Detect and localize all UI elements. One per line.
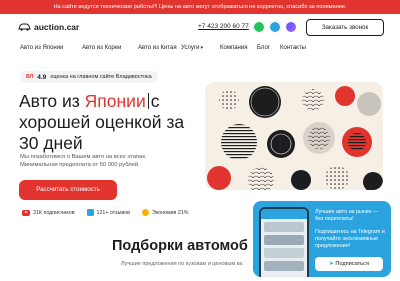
hero-title: Авто из Японии с хорошей оценкой за 30 дн…: [19, 91, 199, 154]
rating-score: 4.9: [37, 73, 47, 81]
hero-subtitle: Мы позаботимся о Вашем авто на всех этап…: [20, 154, 147, 168]
telegram-popup-text1: Лучшие авто на рынке — без переплаты!: [315, 209, 379, 222]
coin-icon: [141, 209, 149, 216]
rating-badge: ВЛ 4.9 оценка на главном сайте Владивост…: [20, 71, 158, 83]
order-call-button[interactable]: Заказать звонок: [306, 19, 384, 36]
stat-economy-text: Экономия 21%: [151, 209, 189, 216]
japanese-pattern-art: [207, 86, 383, 190]
tech-works-banner: На сайте ведутся технические работы!!! Ц…: [0, 0, 400, 14]
telegram-subscribe-label: Подписаться: [335, 261, 369, 267]
stat-youtube[interactable]: 31К подписчиков: [22, 209, 75, 216]
nav-item-services-label: Услуги: [181, 45, 200, 51]
hero-title-accent: Японии: [84, 91, 146, 111]
nav-item-china[interactable]: Авто из Китая: [138, 45, 177, 51]
stat-youtube-text: 31К подписчиков: [33, 209, 75, 216]
nav-item-korea[interactable]: Авто из Кореи: [82, 45, 121, 51]
phone-mockup-image: [259, 207, 309, 277]
telegram-subscribe-button[interactable]: ➤ Подписаться: [315, 257, 383, 271]
whatsapp-icon[interactable]: [254, 22, 264, 32]
chevron-down-icon: ▾: [200, 45, 203, 51]
calculate-cost-button[interactable]: Рассчитать стоимость: [19, 180, 117, 200]
telegram-popup[interactable]: Лучшие авто на рынке — без переплаты! По…: [253, 201, 391, 277]
main-nav: Авто из Японии Авто из Кореи Авто из Кит…: [0, 43, 400, 57]
youtube-icon: [22, 209, 30, 216]
reviews-icon: [86, 209, 94, 216]
telegram-plane-icon: ➤: [329, 261, 334, 267]
text-cursor: [147, 93, 149, 109]
stat-economy: Экономия 21%: [141, 209, 189, 216]
header: auction.car +7 423 200 60 77 Заказать зв…: [0, 14, 400, 42]
nav-item-contacts[interactable]: Контакты: [280, 45, 306, 51]
stat-reviews-text: 121+ отзывов: [96, 209, 130, 216]
hero-title-part1: Авто из: [19, 91, 85, 111]
nav-item-japan[interactable]: Авто из Японии: [20, 45, 63, 51]
stat-reviews[interactable]: 121+ отзывов: [86, 209, 130, 216]
nav-item-blog[interactable]: Блог: [257, 45, 270, 51]
logo-text: auction.car: [34, 22, 80, 32]
max-messenger-icon[interactable]: [286, 22, 296, 32]
stats-row: 31К подписчиков 121+ отзывов Экономия 21…: [22, 209, 188, 216]
nav-item-services[interactable]: Услуги▾: [181, 45, 203, 51]
telegram-popup-text2: Подпишитесь на Telegram и получайте экск…: [315, 229, 385, 249]
rating-text: оценка на главном сайте Владивостока: [50, 74, 152, 80]
nav-item-company[interactable]: Компания: [220, 45, 247, 51]
section-title: Подборки автомоб: [112, 238, 248, 254]
vl-logo: ВЛ: [26, 74, 34, 80]
telegram-icon[interactable]: [270, 22, 280, 32]
phone-link[interactable]: +7 423 200 60 77: [198, 23, 249, 30]
hero-decorative-art: [205, 82, 383, 190]
section-subtitle: Лучшие предложения по кузовам и ценовым …: [121, 261, 243, 267]
logo[interactable]: auction.car: [18, 22, 79, 32]
car-logo-icon: [18, 23, 31, 31]
